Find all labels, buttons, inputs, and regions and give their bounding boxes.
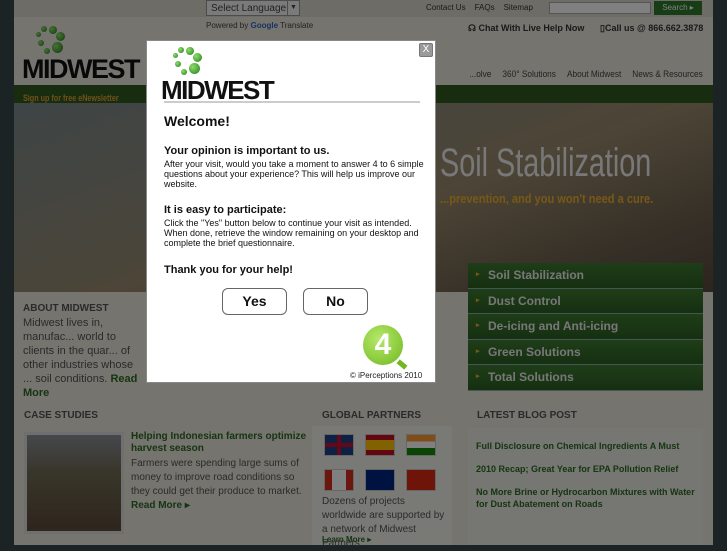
sidenav-soil-stabilization[interactable]: Soil Stabilization <box>468 263 703 289</box>
main-nav: ...olve 360° Solutions About Midwest News &… <box>470 69 703 79</box>
sitemap-link[interactable]: Sitemap <box>504 3 533 12</box>
global-partners-panel: Dozens of projects worldwide are support… <box>312 426 452 549</box>
australia-flag-icon[interactable] <box>365 469 395 491</box>
chat-label: Chat With Live Help Now <box>478 23 585 33</box>
language-select[interactable]: Select Language ▼ <box>206 0 300 16</box>
thanks-heading: Thank you for your help! <box>164 263 293 276</box>
canada-flag-icon[interactable] <box>324 469 354 491</box>
yes-button[interactable]: Yes <box>222 288 287 315</box>
sidenav-green-solutions[interactable]: Green Solutions <box>468 339 703 365</box>
learn-more-link[interactable]: Learn More ▸ <box>322 535 371 544</box>
modal-logo: MIDWEST <box>161 47 275 106</box>
spain-flag-icon[interactable] <box>365 434 395 456</box>
china-flag-icon[interactable] <box>406 469 436 491</box>
about-heading: ABOUT MIDWEST <box>23 303 109 314</box>
blog-post-link[interactable]: No More Brine or Hydrocarbon Mixtures wi… <box>476 486 703 510</box>
solutions-nav: Soil Stabilization Dust Control De-icing… <box>468 263 703 391</box>
sidenav-dust-control[interactable]: Dust Control <box>468 288 703 314</box>
about-text: Midwest lives in, manufac... world to cl… <box>23 316 145 400</box>
nav-360-solutions[interactable]: 360° Solutions <box>503 69 556 79</box>
chevron-down-icon: ▼ <box>287 1 299 15</box>
top-bar: Select Language ▼ Contact Us FAQs Sitemap S… <box>14 0 713 17</box>
language-select-value: Select Language <box>211 3 287 14</box>
blog-heading: LATEST BLOG POST <box>477 410 577 421</box>
nav-about-midwest[interactable]: About Midwest <box>567 69 621 79</box>
modal-body: Welcome! Your opinion is important to us… <box>164 113 426 279</box>
flags <box>324 434 449 504</box>
global-partners-heading: GLOBAL PARTNERS <box>322 410 422 421</box>
copyright: © iPerceptions 2010 <box>350 371 423 380</box>
case-studies-heading: CASE STUDIES <box>24 410 98 421</box>
translate-label: Translate <box>280 21 314 30</box>
top-links: Contact Us FAQs Sitemap <box>426 3 542 12</box>
india-flag-icon[interactable] <box>406 434 436 456</box>
search-button[interactable]: Search ▸ <box>654 1 702 15</box>
case-read-more-link[interactable]: Read More ▸ <box>131 500 190 511</box>
blog-panel: Full Disclosure on Chemical Ingredients … <box>468 428 703 545</box>
headset-icon: ☊ <box>468 23 479 33</box>
nav-item[interactable]: ...olve <box>470 69 492 79</box>
midwest-logo[interactable]: MIDWEST <box>22 26 141 85</box>
sidenav-total-solutions[interactable]: Total Solutions <box>468 365 703 391</box>
logo-dots-icon <box>34 26 74 54</box>
participate-heading: It is easy to participate: <box>164 204 287 217</box>
case-study-body: Farmers were spending large sums of mone… <box>131 458 302 497</box>
opinion-text: After your visit, would you take a momen… <box>164 159 424 189</box>
google-translate-credit: Powered by Google Translate <box>206 21 313 30</box>
case-study-title[interactable]: Helping Indonesian farmers optimize harv… <box>131 431 311 455</box>
uk-flag-icon[interactable] <box>324 434 354 456</box>
modal-title: Welcome! <box>164 113 230 129</box>
logo-text: MIDWEST <box>22 54 141 84</box>
case-study-image[interactable] <box>24 432 124 534</box>
hero-headline: Soil Stabilization <box>440 141 652 185</box>
powered-by-label: Powered by <box>206 21 249 30</box>
live-chat-link[interactable]: ☊ Chat With Live Help Now <box>468 23 584 34</box>
nav-news-resources[interactable]: News & Resources <box>633 69 703 79</box>
call-label: Call us @ 866.662.3878 <box>604 23 704 33</box>
participate-text: Click the "Yes" button below to continue… <box>164 218 419 248</box>
faqs-link[interactable]: FAQs <box>475 3 495 12</box>
logo-dots-icon <box>171 47 211 75</box>
call-us: ▯Call us @ 866.662.3878 <box>600 23 703 34</box>
newsletter-link[interactable]: Sign up for free eNewsletter <box>23 93 119 103</box>
blog-post-link[interactable]: Full Disclosure on Chemical Ingredients … <box>476 440 703 452</box>
close-button[interactable]: X <box>419 43 433 57</box>
google-logo: Google <box>250 21 279 30</box>
blog-post-link[interactable]: 2010 Recap; Great Year for EPA Pollution… <box>476 463 703 475</box>
iperceptions-logo-icon: 4 <box>363 325 403 365</box>
divider <box>164 101 420 103</box>
case-study-text: Farmers were spending large sums of mone… <box>131 457 306 513</box>
survey-modal: MIDWEST X Welcome! Your opinion is impor… <box>146 40 436 383</box>
contact-us-link[interactable]: Contact Us <box>426 3 466 12</box>
opinion-heading: Your opinion is important to us. <box>164 145 330 157</box>
sidenav-deicing[interactable]: De-icing and Anti-icing <box>468 314 703 340</box>
hero-tagline: ...prevention, and you won't need a cure… <box>440 191 654 206</box>
no-button[interactable]: No <box>303 288 368 315</box>
search-input[interactable] <box>549 2 651 14</box>
